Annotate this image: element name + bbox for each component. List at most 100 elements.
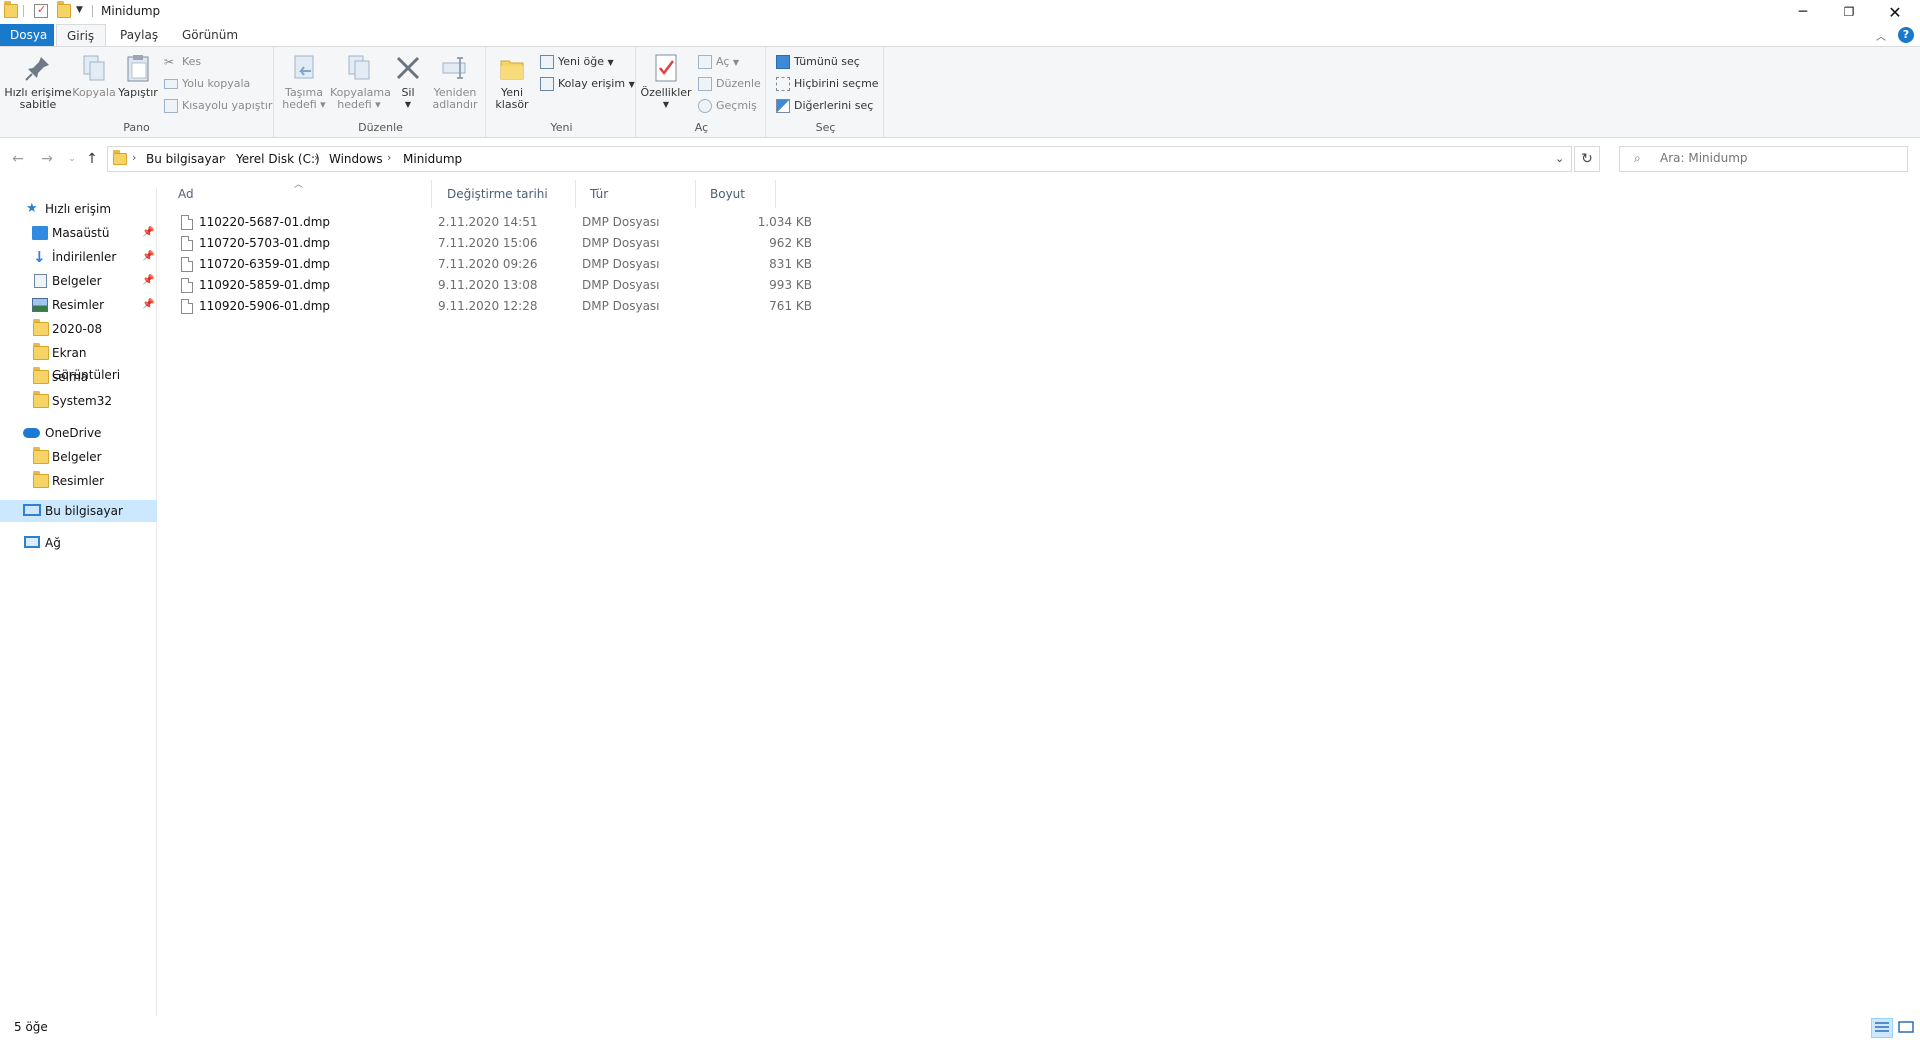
edit-button[interactable]: Düzenle xyxy=(696,75,761,93)
invert-selection-button[interactable]: Diğerlerini seç xyxy=(774,97,873,115)
open-button[interactable]: Aç ▼ xyxy=(696,53,739,71)
nav-item-downloads[interactable]: ↓ İndirilenler 📌 xyxy=(0,246,157,268)
copy-path-button[interactable]: Yolu kopyala xyxy=(162,75,250,93)
nav-onedrive-documents[interactable]: Belgeler xyxy=(0,446,157,468)
breadcrumb-separator[interactable]: › xyxy=(387,151,391,164)
tab-home[interactable]: Giriş xyxy=(56,24,106,46)
nav-onedrive-pictures[interactable]: Resimler xyxy=(0,470,157,492)
tab-share[interactable]: Paylaş xyxy=(110,24,168,46)
nav-item-label: 2020-08 xyxy=(52,322,103,336)
close-button[interactable]: ✕ xyxy=(1872,0,1918,24)
customize-toolbar-icon[interactable]: ▼ xyxy=(76,5,83,15)
collapse-ribbon-icon[interactable]: ︿ xyxy=(1876,28,1886,43)
paste-button[interactable]: Yapıştır xyxy=(116,53,160,99)
paste-shortcut-label: Kısayolu yapıştır xyxy=(182,99,273,112)
tab-file[interactable]: Dosya xyxy=(0,24,54,46)
search-input[interactable] xyxy=(1660,151,1900,165)
column-header-name[interactable]: Ad xyxy=(160,180,432,208)
forward-arrow-icon[interactable]: → xyxy=(37,149,57,169)
nav-item-label: İndirilenler xyxy=(52,250,117,264)
file-list: ︿ Ad Değiştirme tarihi Tür Boyut 110220-… xyxy=(160,180,1920,1010)
rename-button[interactable]: Yeniden adlandır xyxy=(428,53,482,111)
file-date: 9.11.2020 12:28 xyxy=(438,299,538,313)
up-arrow-icon[interactable]: ↑ xyxy=(82,149,102,169)
nav-onedrive[interactable]: OneDrive xyxy=(0,422,157,444)
paste-icon xyxy=(123,53,153,83)
nav-item-pictures[interactable]: Resimler 📌 xyxy=(0,294,157,316)
column-header-date[interactable]: Değiştirme tarihi xyxy=(432,180,576,208)
back-arrow-icon[interactable]: ← xyxy=(8,149,28,169)
delete-button[interactable]: Sil ▼ xyxy=(390,53,426,111)
properties-dropdown-icon[interactable]: ▼ xyxy=(640,99,692,111)
nav-item-label: Belgeler xyxy=(52,450,102,464)
paste-shortcut-button[interactable]: Kısayolu yapıştır xyxy=(162,97,272,115)
breadcrumb-windows[interactable]: Windows xyxy=(329,152,383,166)
file-row[interactable]: 110920-5859-01.dmp 9.11.2020 13:08 DMP D… xyxy=(174,275,934,296)
recent-locations-icon[interactable]: ⌄ xyxy=(62,149,82,169)
large-icons-view-button[interactable] xyxy=(1895,1018,1917,1038)
minimize-button[interactable]: ─ xyxy=(1780,0,1826,24)
pin-quick-access-button[interactable]: Hızlı erişime sabitle xyxy=(4,53,72,111)
pin-label-line2: sabitle xyxy=(19,98,57,111)
nav-item-desktop[interactable]: Masaüstü 📌 xyxy=(0,222,157,244)
new-item-button[interactable]: Yeni öğe ▼ xyxy=(538,53,614,71)
nav-item-system32[interactable]: System32 xyxy=(0,390,157,412)
breadcrumb-separator[interactable]: › xyxy=(222,151,226,164)
tab-view[interactable]: Görünüm xyxy=(172,24,248,46)
column-header-type[interactable]: Tür xyxy=(576,180,696,208)
breadcrumb-minidump[interactable]: Minidump xyxy=(403,152,462,166)
copy-to-button[interactable]: Kopyalama hedefi ▾ xyxy=(330,53,391,111)
restore-button[interactable]: ❐ xyxy=(1826,0,1872,24)
nav-item-documents[interactable]: Belgeler 📌 xyxy=(0,270,157,292)
network-icon xyxy=(24,536,40,548)
search-box[interactable]: ⌕ xyxy=(1619,146,1908,172)
file-row[interactable]: 110720-6359-01.dmp 7.11.2020 09:26 DMP D… xyxy=(174,254,934,275)
move-to-button[interactable]: Taşıma hedefi ▾ xyxy=(280,53,328,111)
help-icon[interactable]: ? xyxy=(1898,27,1914,43)
nav-item-folder-2020-08[interactable]: 2020-08 xyxy=(0,318,157,340)
file-size: 831 KB xyxy=(769,257,812,271)
nav-network[interactable]: Ağ xyxy=(0,532,157,554)
file-date: 7.11.2020 09:26 xyxy=(438,257,538,271)
breadcrumb-this-pc[interactable]: Bu bilgisayar xyxy=(146,152,224,166)
paste-label: Yapıştır xyxy=(118,86,158,99)
delete-dropdown-icon[interactable]: ▼ xyxy=(390,99,426,111)
address-history-dropdown-icon[interactable]: ⌄ xyxy=(1555,152,1564,165)
easy-access-button[interactable]: Kolay erişim ▼ xyxy=(538,75,635,93)
refresh-button[interactable]: ↻ xyxy=(1574,146,1600,172)
group-organize: Taşıma hedefi ▾ Kopyalama hedefi ▾ Sil ▼… xyxy=(276,47,486,137)
new-folder-button[interactable]: Yeni klasör xyxy=(492,53,532,111)
details-view-button[interactable] xyxy=(1871,1018,1893,1038)
file-date: 7.11.2020 15:06 xyxy=(438,236,538,250)
group-label-open: Aç xyxy=(694,121,709,134)
cloud-icon xyxy=(23,428,40,438)
search-icon: ⌕ xyxy=(1634,151,1641,165)
cut-label: Kes xyxy=(182,55,202,68)
nav-item-screenshots[interactable]: Ekran Görüntüleri xyxy=(0,342,157,382)
details-view-icon xyxy=(1875,1022,1889,1032)
file-row[interactable]: 110920-5906-01.dmp 9.11.2020 12:28 DMP D… xyxy=(174,296,934,317)
breadcrumb-separator[interactable]: › xyxy=(132,151,136,164)
cut-button[interactable]: ✂ Kes xyxy=(162,53,201,71)
breadcrumb-local-disk[interactable]: Yerel Disk (C:) xyxy=(236,152,320,166)
rename-icon xyxy=(440,53,470,83)
file-row[interactable]: 110220-5687-01.dmp 2.11.2020 14:51 DMP D… xyxy=(174,212,934,233)
nav-quick-access-label: Hızlı erişim xyxy=(45,202,112,216)
properties-button[interactable]: Özellikler ▼ xyxy=(640,53,692,111)
nav-item-selma[interactable]: selma xyxy=(0,366,157,388)
breadcrumb-separator[interactable]: › xyxy=(314,151,318,164)
new-folder-icon[interactable] xyxy=(57,1,71,18)
file-name: 110220-5687-01.dmp xyxy=(199,215,331,229)
copy-button[interactable]: Kopyala xyxy=(72,53,116,99)
nav-quick-access[interactable]: ★ Hızlı erişim xyxy=(0,198,157,220)
select-all-button[interactable]: Tümünü seç xyxy=(774,53,860,71)
column-header-size[interactable]: Boyut xyxy=(696,180,776,208)
history-button[interactable]: Geçmiş xyxy=(696,97,757,115)
nav-this-pc[interactable]: Bu bilgisayar xyxy=(0,500,157,522)
pin-icon: 📌 xyxy=(142,251,155,262)
file-row[interactable]: 110720-5703-01.dmp 7.11.2020 15:06 DMP D… xyxy=(174,233,934,254)
properties-check-icon[interactable]: ✓ xyxy=(34,3,48,18)
select-none-button[interactable]: Hiçbirini seçme xyxy=(774,75,879,93)
address-bar[interactable]: › Bu bilgisayar › Yerel Disk (C:) › Wind… xyxy=(107,146,1572,172)
move-to-label-text: hedefi xyxy=(282,98,317,111)
